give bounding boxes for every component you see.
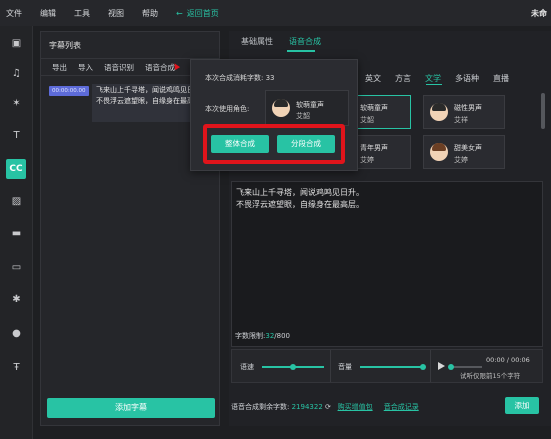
char-count-label: 字数限制: <box>235 332 266 340</box>
voice-sub: 艾韶 <box>296 112 310 120</box>
back-home-link[interactable]: ← 返回首页 <box>176 8 219 19</box>
voice-category-tabs: 英文 方言 文学 多语种 直播 <box>365 73 509 84</box>
synthesis-confirm-popup: 本次合成消耗字数: 33 本次使用角色: 软萌童声 艾韶 整体合成 分段合成 <box>190 59 358 171</box>
add-button[interactable]: 添加 <box>505 397 539 414</box>
magic-icon[interactable]: ✱ <box>9 292 24 307</box>
divider <box>430 350 431 382</box>
arrow-left-icon: ← <box>176 8 183 18</box>
tab-live[interactable]: 直播 <box>493 73 509 84</box>
playback-time: 00:00 / 00:06 <box>486 356 530 364</box>
tab-basic-properties[interactable]: 基础属性 <box>241 36 273 47</box>
preview-tip: 试听仅限前15个字符 <box>460 372 521 380</box>
remaining-value: 2194322 <box>291 403 323 411</box>
char-count-max: /800 <box>274 332 291 340</box>
active-tab-indicator <box>287 50 315 52</box>
tab-speech-recognition[interactable]: 语音识别 <box>104 62 134 73</box>
volume-slider-knob[interactable] <box>420 364 426 370</box>
category-indicator <box>426 84 442 85</box>
voice-name: 青年男声 <box>360 144 388 152</box>
voice-card-magnetic-male[interactable]: 磁性男声 艾祥 <box>423 95 505 129</box>
person-icon[interactable]: ● <box>9 326 24 341</box>
tab-literature[interactable]: 文学 <box>425 73 441 84</box>
menu-tools[interactable]: 工具 <box>74 8 90 19</box>
avatar <box>272 99 290 117</box>
property-tabs: 基础属性 语音合成 <box>241 36 321 47</box>
avatar <box>430 103 448 121</box>
speed-slider-knob[interactable] <box>290 364 296 370</box>
synthesis-text-area[interactable]: 飞来山上千寻塔，闻说鸡鸣见日升。 不畏浮云遮望眼，自缘身在最高层。 字数限制:3… <box>231 181 543 347</box>
folder-icon[interactable]: ▬ <box>9 226 24 241</box>
progress-bar[interactable] <box>450 366 482 368</box>
play-icon[interactable] <box>438 362 445 370</box>
synthesis-cost: 本次合成消耗字数: 33 <box>205 74 275 82</box>
voice-card-sweet-female[interactable]: 甜美女声 艾婷 <box>423 135 505 169</box>
avatar <box>430 143 448 161</box>
text-icon[interactable]: T <box>9 128 24 143</box>
volume-slider[interactable] <box>360 366 424 368</box>
remaining-info: 语音合成剩余字数: 2194322 ⟳ 购买增值包 音合成记录 <box>231 402 419 412</box>
text-to-speech-icon[interactable]: Ŧ <box>9 360 24 375</box>
remaining-label: 语音合成剩余字数: <box>231 403 290 411</box>
tab-export[interactable]: 导出 <box>52 62 67 73</box>
tab-multilingual[interactable]: 多语种 <box>455 73 479 84</box>
segment-synthesis-button[interactable]: 分段合成 <box>277 135 335 153</box>
subtitle-time: 00:00:00.00 <box>49 86 89 96</box>
comment-icon[interactable]: ▭ <box>9 260 24 275</box>
voice-sub: 艾婷 <box>360 156 374 164</box>
voice-sub: 艾祥 <box>454 116 468 124</box>
add-subtitle-button[interactable]: 添加字幕 <box>47 398 215 418</box>
music-icon[interactable]: ♫ <box>9 66 24 81</box>
tool-rail: ▣ ♫ ✶ T CC ▨ ▬ ▭ ✱ ● Ŧ <box>0 26 33 439</box>
volume-label: 音量 <box>338 363 352 371</box>
voice-scrollbar[interactable] <box>541 93 545 129</box>
divider <box>330 350 331 382</box>
speed-label: 语速 <box>240 363 254 371</box>
char-count-value: 32 <box>265 332 275 340</box>
voice-name: 甜美女声 <box>454 144 482 152</box>
effects-icon[interactable]: ✶ <box>9 96 24 111</box>
whole-synthesis-button[interactable]: 整体合成 <box>211 135 269 153</box>
tab-dialect[interactable]: 方言 <box>395 73 411 84</box>
voice-name: 软萌童声 <box>296 101 324 109</box>
tab-import[interactable]: 导入 <box>78 62 93 73</box>
char-count: 字数限制:32/800 <box>235 330 290 342</box>
synthesis-record-link[interactable]: 音合成记录 <box>384 403 419 411</box>
list-item[interactable]: 00:00:00.00 飞来山上千寻塔，闻说鸡鸣见日升。不畏浮云遮望眼，自缘身在… <box>47 84 213 122</box>
voice-name: 软萌童声 <box>360 104 388 112</box>
menu-file[interactable]: 文件 <box>6 8 22 19</box>
menu-view[interactable]: 视图 <box>108 8 124 19</box>
back-home-label: 返回首页 <box>186 8 219 18</box>
media-icon[interactable]: ▣ <box>9 36 24 51</box>
panel-title: 字幕列表 <box>49 41 81 50</box>
voice-sub: 艾韶 <box>360 116 374 124</box>
menu-edit[interactable]: 编辑 <box>40 8 56 19</box>
progress-knob[interactable] <box>448 364 454 370</box>
tab-speech-synthesis[interactable]: 语音合成 <box>145 62 175 73</box>
filter-icon[interactable]: ▨ <box>9 194 24 209</box>
menu-bar: 文件 编辑 工具 视图 帮助 ← 返回首页 未命 <box>0 0 551 26</box>
buy-package-link[interactable]: 购买增值包 <box>338 403 373 411</box>
menu-help[interactable]: 帮助 <box>142 8 158 19</box>
tab-english[interactable]: 英文 <box>365 73 381 84</box>
subtitle-icon[interactable]: CC <box>6 159 26 179</box>
playback-controls: 语速 音量 00:00 / 00:06 试听仅限前15个字符 <box>231 349 543 383</box>
synthesis-text: 飞来山上千寻塔，闻说鸡鸣见日升。 不畏浮云遮望眼，自缘身在最高层。 <box>236 188 364 209</box>
voice-name: 磁性男声 <box>454 104 482 112</box>
selected-voice: 软萌童声 艾韶 <box>265 90 349 126</box>
refresh-icon[interactable]: ⟳ <box>325 403 331 411</box>
voice-sub: 艾婷 <box>454 156 468 164</box>
role-label: 本次使用角色: <box>205 105 250 113</box>
tab-speech-synthesis-active[interactable]: 语音合成 <box>289 36 321 47</box>
project-title: 未命 <box>531 9 547 18</box>
